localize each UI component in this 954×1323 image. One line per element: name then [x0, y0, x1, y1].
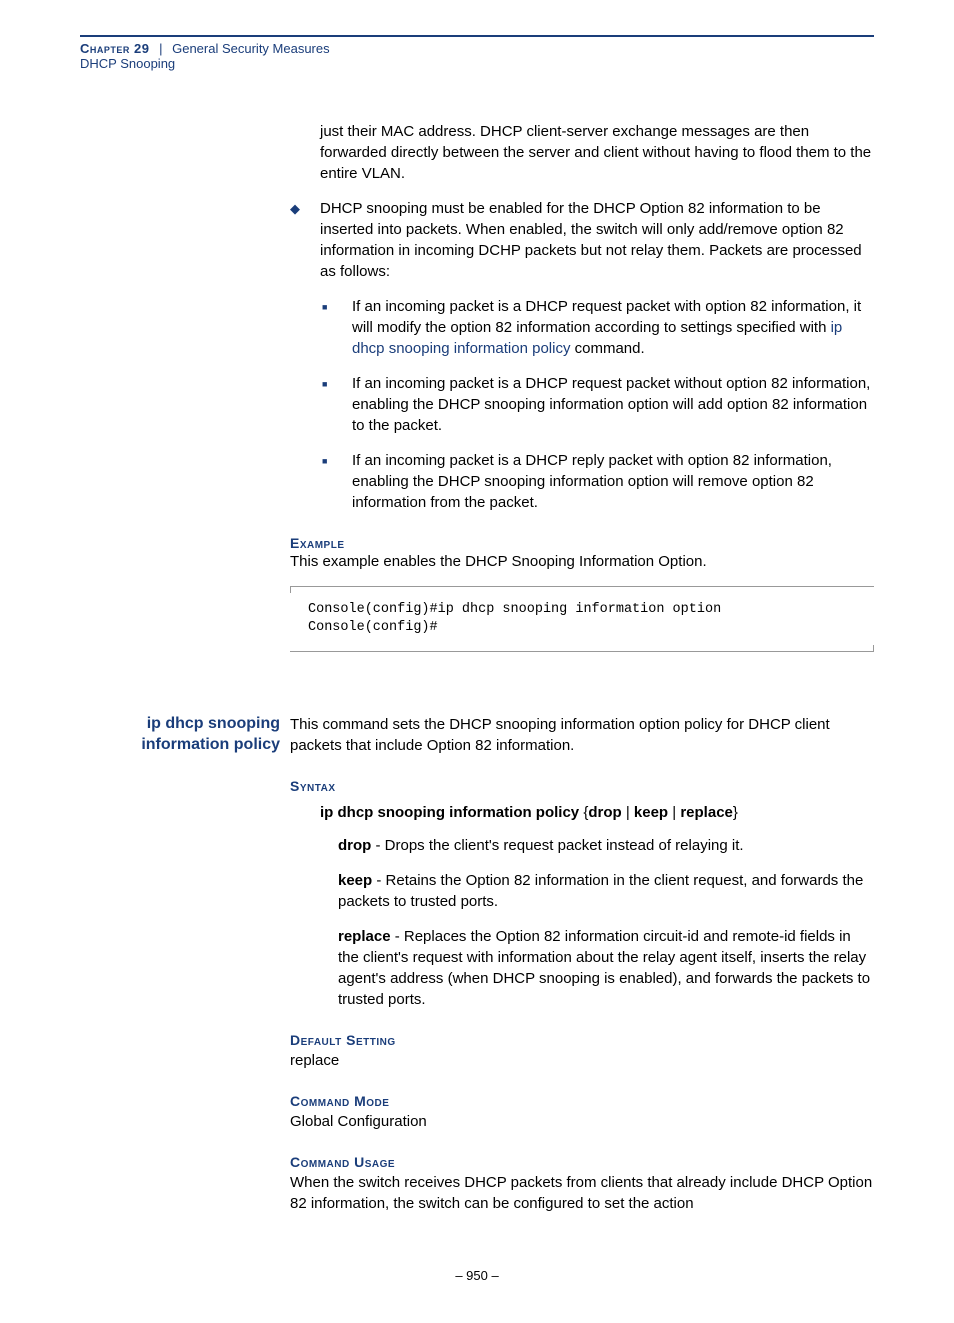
chapter-label: Chapter 29 — [80, 41, 149, 56]
square-bullet-icon: ■ — [320, 296, 352, 359]
code-example: Console(config)#ip dhcp snooping informa… — [290, 586, 874, 652]
param-replace: replace - Replaces the Option 82 informa… — [338, 926, 874, 1010]
param-drop: drop - Drops the client's request packet… — [338, 835, 874, 856]
section-subtitle: DHCP Snooping — [80, 56, 874, 71]
diamond-bullet-icon: ◆ — [290, 198, 320, 282]
syntax-line: ip dhcp snooping information policy {dro… — [320, 802, 874, 823]
sub-bullet-item: ■ If an incoming packet is a DHCP reply … — [320, 450, 874, 513]
sub-bullet-item: ■ If an incoming packet is a DHCP reques… — [320, 296, 874, 359]
command-name: ip dhcp snooping information policy — [80, 714, 280, 756]
example-heading: Example — [290, 535, 874, 551]
sub-bullet-text: If an incoming packet is a DHCP request … — [352, 373, 874, 436]
sub-bullet-text: If an incoming packet is a DHCP reply pa… — [352, 450, 874, 513]
default-value: replace — [290, 1050, 874, 1071]
square-bullet-icon: ■ — [320, 450, 352, 513]
usage-heading: Command Usage — [290, 1154, 874, 1170]
bullet-item: ◆ DHCP snooping must be enabled for the … — [290, 198, 874, 282]
usage-text: When the switch receives DHCP packets fr… — [290, 1172, 874, 1214]
page-number: – 950 – — [80, 1268, 874, 1283]
page-header: Chapter 29 | General Security Measures — [80, 41, 874, 56]
default-heading: Default Setting — [290, 1032, 874, 1048]
mode-value: Global Configuration — [290, 1111, 874, 1132]
bullet-text: DHCP snooping must be enabled for the DH… — [320, 198, 874, 282]
syntax-heading: Syntax — [290, 778, 874, 794]
mode-heading: Command Mode — [290, 1093, 874, 1109]
chapter-title: General Security Measures — [172, 41, 330, 56]
command-description: This command sets the DHCP snooping info… — [290, 714, 874, 756]
param-keep: keep - Retains the Option 82 information… — [338, 870, 874, 912]
continuation-paragraph: just their MAC address. DHCP client-serv… — [320, 121, 874, 184]
sub-bullet-item: ■ If an incoming packet is a DHCP reques… — [320, 373, 874, 436]
example-text: This example enables the DHCP Snooping I… — [290, 551, 874, 572]
square-bullet-icon: ■ — [320, 373, 352, 436]
sub-bullet-text: If an incoming packet is a DHCP request … — [352, 296, 874, 359]
